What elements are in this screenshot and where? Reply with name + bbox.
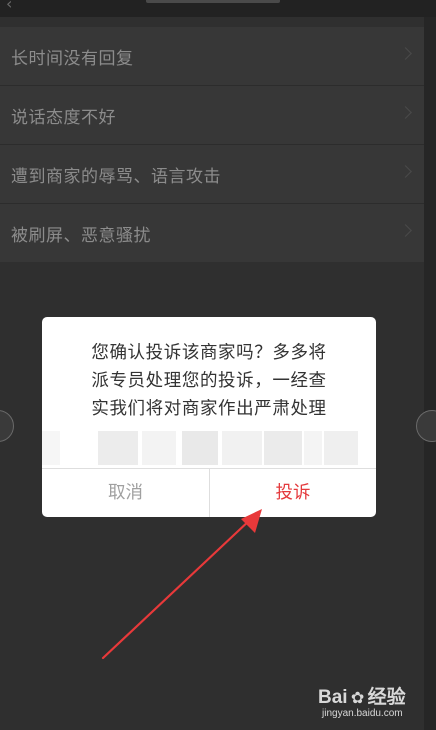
header-bar: ‹ bbox=[0, 0, 436, 17]
header-title-fragment bbox=[146, 0, 280, 3]
list-item-label: 被刷屏、恶意骚扰 bbox=[11, 226, 151, 246]
list-item[interactable]: 长时间没有回复 bbox=[0, 27, 424, 86]
list-item-label: 遭到商家的辱骂、语言攻击 bbox=[11, 167, 221, 187]
dialog-message-line: 您确认投诉该商家吗？多多将 bbox=[91, 343, 327, 363]
list-item[interactable]: 被刷屏、恶意骚扰 bbox=[0, 204, 424, 262]
watermark-brand: Bai ✿ 经验 bbox=[318, 687, 406, 708]
chevron-right-icon bbox=[399, 47, 412, 60]
confirm-complaint-dialog: 您确认投诉该商家吗？多多将 派专员处理您的投诉，一经查 实我们将对商家作出严肃处… bbox=[42, 317, 376, 517]
app-screen: ‹ 长时间没有回复 说话态度不好 遭到商家的辱骂、语言攻击 被刷屏、恶意骚扰 您… bbox=[0, 0, 436, 730]
chevron-right-icon bbox=[399, 106, 412, 119]
scroll-edge bbox=[424, 17, 436, 730]
complain-button[interactable]: 投诉 bbox=[210, 469, 376, 517]
back-arrow-icon[interactable]: ‹ bbox=[6, 0, 12, 13]
redacted-text-placeholder bbox=[42, 431, 376, 465]
previous-slide-icon[interactable] bbox=[0, 410, 14, 442]
dialog-message: 您确认投诉该商家吗？多多将 派专员处理您的投诉，一经查 实我们将对商家作出严肃处… bbox=[42, 339, 376, 423]
chevron-right-icon bbox=[399, 165, 412, 178]
list-item-label: 长时间没有回复 bbox=[11, 49, 134, 69]
dialog-message-line: 派专员处理您的投诉，一经查 bbox=[91, 371, 327, 391]
next-slide-icon[interactable] bbox=[416, 410, 436, 442]
list-item-label: 说话态度不好 bbox=[11, 108, 116, 128]
list-item[interactable]: 说话态度不好 bbox=[0, 86, 424, 145]
watermark-url: jingyan.baidu.com bbox=[322, 708, 403, 719]
complaint-reason-list: 长时间没有回复 说话态度不好 遭到商家的辱骂、语言攻击 被刷屏、恶意骚扰 bbox=[0, 27, 424, 262]
dialog-message-line: 实我们将对商家作出严肃处理 bbox=[91, 399, 327, 419]
list-item[interactable]: 遭到商家的辱骂、语言攻击 bbox=[0, 145, 424, 204]
cancel-button[interactable]: 取消 bbox=[42, 469, 209, 517]
baidu-jingyan-watermark: Bai ✿ 经验 jingyan.baidu.com bbox=[312, 682, 422, 726]
paw-logo-icon: ✿ bbox=[350, 690, 365, 707]
chevron-right-icon bbox=[399, 224, 412, 237]
